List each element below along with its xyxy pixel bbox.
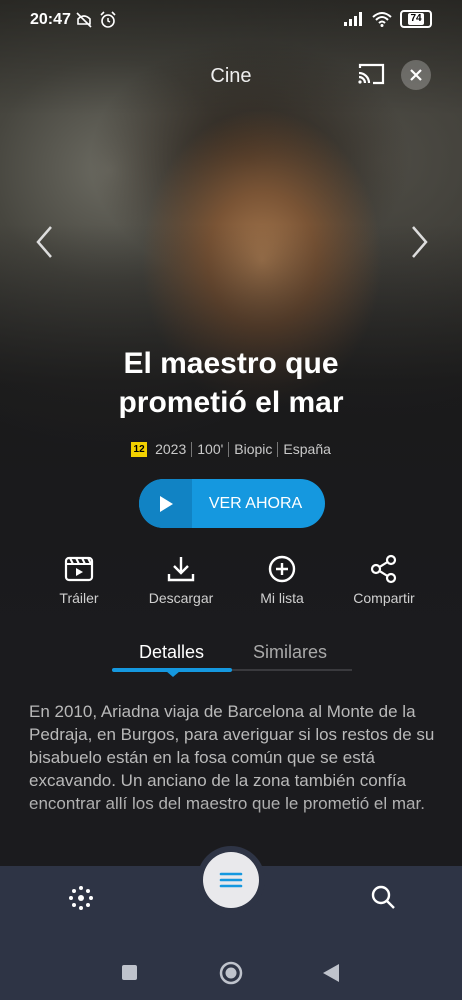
film-icon	[64, 556, 94, 582]
back-system-button[interactable]	[322, 963, 340, 988]
tab-active-notch	[166, 671, 180, 677]
cast-button[interactable]	[356, 62, 386, 86]
square-recents-icon	[122, 965, 137, 980]
chevron-right-icon	[412, 226, 428, 258]
status-icons-left	[75, 11, 117, 29]
status-bar: 20:47 74	[0, 0, 462, 40]
share-icon	[370, 554, 397, 584]
system-navigation-bar	[0, 944, 462, 1000]
menu-nav-button[interactable]	[203, 852, 259, 908]
search-icon	[371, 885, 395, 909]
movie-year: 2023	[155, 441, 187, 457]
home-dots-icon	[69, 886, 93, 910]
watch-now-label: VER AHORA	[208, 494, 303, 512]
download-button[interactable]: Descargar	[131, 553, 231, 606]
movie-title: El maestro que prometió el mar	[0, 344, 462, 422]
download-icon	[167, 557, 195, 582]
trailer-label: Tráiler	[59, 590, 99, 606]
home-nav-button[interactable]	[67, 884, 95, 917]
next-button[interactable]	[407, 222, 431, 262]
alarm-icon	[100, 11, 116, 28]
my-list-label: Mi lista	[260, 590, 304, 606]
close-icon	[410, 69, 422, 81]
chevron-left-icon	[36, 226, 52, 258]
my-list-button[interactable]: Mi lista	[232, 553, 332, 606]
cast-icon	[358, 63, 385, 85]
tab-details[interactable]: Detalles	[139, 642, 204, 663]
age-rating-badge: 12	[131, 441, 148, 457]
movie-title-line1: El maestro que	[123, 347, 339, 380]
battery-level: 74	[408, 13, 424, 25]
notification-muted-icon	[76, 12, 92, 28]
meta-divider	[228, 441, 230, 457]
status-time: 20:47	[30, 11, 71, 28]
recents-button[interactable]	[121, 964, 138, 986]
share-button[interactable]: Compartir	[334, 553, 434, 606]
action-row: Tráiler Descargar Mi lista Compartir	[0, 553, 462, 608]
movie-meta: 12 2023 100' Biopic España	[0, 441, 462, 457]
movie-duration: 100'	[197, 441, 224, 457]
tab-similar[interactable]: Similares	[253, 642, 327, 663]
status-icons-right: 74	[344, 10, 432, 28]
movie-country: España	[283, 441, 331, 457]
add-circle-icon	[268, 555, 296, 583]
movie-title-line2: prometió el mar	[118, 386, 344, 419]
wifi-icon	[372, 12, 392, 27]
watch-now-button[interactable]: VER AHORA	[139, 479, 325, 528]
page-title: Cine	[210, 65, 252, 87]
meta-divider	[191, 441, 193, 457]
play-icon	[159, 495, 173, 512]
movie-description: En 2010, Ariadna viaja de Barcelona al M…	[29, 702, 435, 813]
circle-home-icon	[219, 961, 243, 985]
triangle-back-icon	[323, 964, 339, 982]
search-nav-button[interactable]	[370, 884, 396, 915]
share-label: Compartir	[353, 590, 415, 606]
movie-genre: Biopic	[234, 441, 273, 457]
detail-tabs: Detalles Similares	[112, 640, 352, 677]
meta-divider	[277, 441, 279, 457]
menu-icon	[219, 872, 243, 888]
signal-icon	[344, 12, 362, 26]
download-label: Descargar	[148, 590, 214, 606]
previous-button[interactable]	[33, 222, 57, 262]
trailer-button[interactable]: Tráiler	[29, 553, 129, 606]
hero-gradient	[0, 0, 462, 640]
battery-indicator: 74	[400, 10, 432, 28]
close-button[interactable]	[401, 60, 431, 90]
home-system-button[interactable]	[219, 961, 243, 990]
play-icon-container	[139, 479, 192, 528]
